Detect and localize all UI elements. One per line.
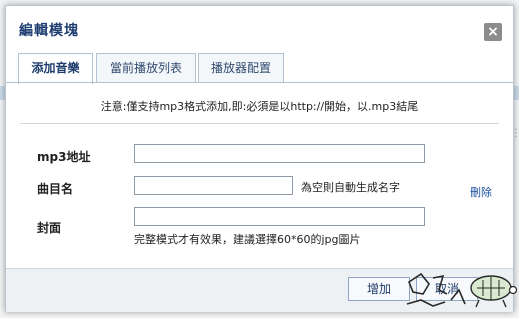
cover-input[interactable]	[134, 207, 425, 226]
dialog-title: 編輯模塊	[19, 23, 79, 39]
notice-text: 注意:僅支持mp3格式添加,即:必須是以http://開始，以.mp3結尾	[100, 100, 419, 113]
tab-current-playlist[interactable]: 當前播放列表	[96, 53, 196, 82]
cover-hint: 完整模式才有效果，建議選擇60*60的jpg圖片	[134, 233, 361, 246]
tab-divider	[6, 82, 513, 83]
tab-add-music[interactable]: 添加音樂	[18, 53, 93, 84]
track-name-label: 曲目名	[37, 182, 74, 196]
close-icon[interactable]: ×	[484, 23, 502, 41]
cover-label: 封面	[37, 221, 62, 235]
track-name-input[interactable]	[134, 176, 293, 195]
delete-link[interactable]: 刪除	[470, 184, 492, 200]
tab-player-config[interactable]: 播放器配置	[198, 53, 284, 82]
section-divider	[20, 123, 499, 124]
watermark-logo	[406, 272, 517, 308]
mp3-address-input[interactable]	[134, 144, 425, 163]
mp3-address-label: mp3地址	[37, 150, 91, 164]
track-name-hint: 為空則自動生成名字	[301, 181, 400, 194]
dialog-titlebar[interactable]: 編輯模塊 ×	[6, 6, 513, 48]
